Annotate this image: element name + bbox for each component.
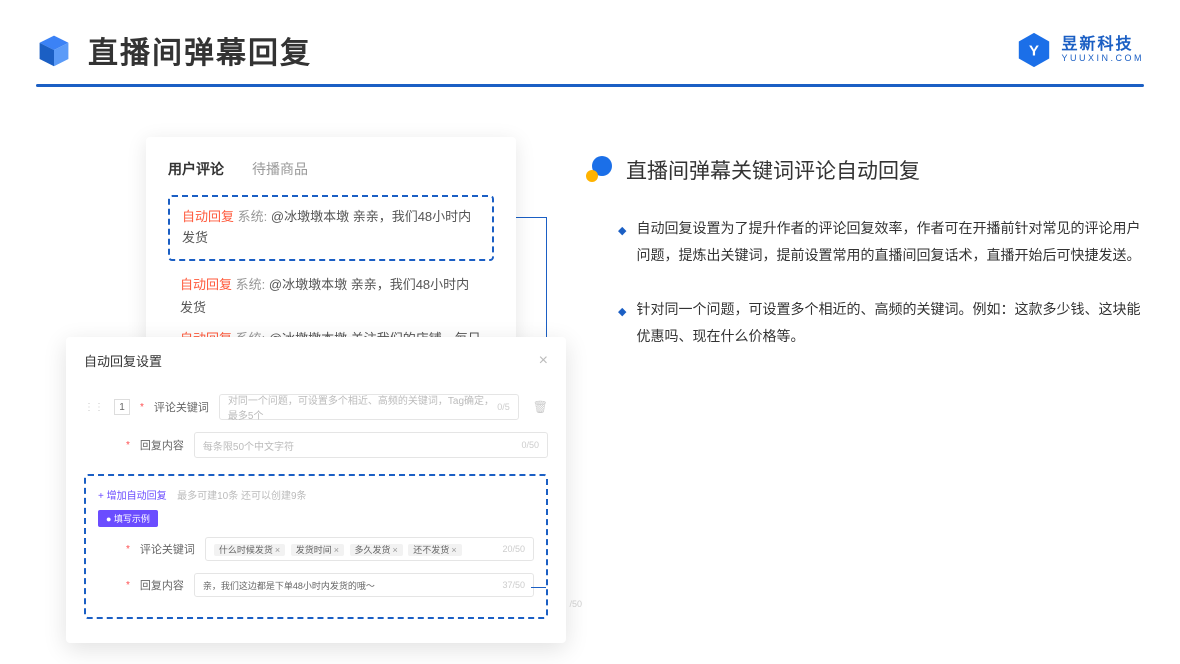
required-star: * bbox=[126, 440, 130, 451]
keyword-counter: 0/5 bbox=[497, 402, 510, 412]
settings-title-text: 自动回复设置 bbox=[84, 351, 162, 370]
reply-placeholder: 每条限50个中文字符 bbox=[203, 438, 294, 453]
ex-reply-label: 回复内容 bbox=[140, 577, 184, 593]
ex-reply-value: 亲，我们这边都是下单48小时内发货的哦～ bbox=[203, 579, 375, 592]
tab-user-comments[interactable]: 用户评论 bbox=[168, 159, 224, 179]
diamond-icon: ◆ bbox=[618, 221, 626, 268]
example-badge: ● 填写示例 bbox=[98, 510, 158, 527]
tab-pending-products[interactable]: 待播商品 bbox=[252, 159, 308, 179]
required-star: * bbox=[126, 544, 130, 555]
right-column: 直播间弹幕关键词评论自动回复 ◆ 自动回复设置为了提升作者的评论回复效率，作者可… bbox=[586, 137, 1144, 377]
comment-row: 自动回复 系统: @冰墩墩本墩 亲亲，我们48小时内发货 bbox=[168, 271, 494, 322]
keyword-row: ⋮⋮ 1 * 评论关键词 对同一个问题，可设置多个相近、高频的关键词，Tag确定… bbox=[84, 388, 548, 426]
feature-header: 直播间弹幕关键词评论自动回复 bbox=[586, 155, 1144, 185]
reply-input[interactable]: 每条限50个中文字符 0/50 bbox=[194, 432, 548, 458]
main-content: 用户评论 待播商品 自动回复 系统: @冰墩墩本墩 亲亲，我们48小时内发货 自… bbox=[0, 87, 1180, 397]
row-number: 1 bbox=[114, 399, 130, 415]
system-label: 系统: bbox=[236, 277, 266, 292]
tag-chip[interactable]: 发货时间 bbox=[291, 544, 344, 556]
keyword-input[interactable]: 对同一个问题，可设置多个相近、高频的关键词，Tag确定，最多5个 0/5 bbox=[219, 394, 519, 420]
brand-logo: Y 昱新科技 YUUXIN.COM bbox=[1015, 31, 1144, 69]
close-icon[interactable]: × bbox=[539, 352, 548, 370]
diamond-icon: ◆ bbox=[618, 302, 626, 349]
brand-name-cn: 昱新科技 bbox=[1061, 36, 1144, 54]
drag-handle-icon[interactable]: ⋮⋮ bbox=[84, 402, 104, 413]
add-hint: 最多可建10条 还可以创建9条 bbox=[177, 491, 306, 502]
bullet-item: ◆ 针对同一个问题，可设置多个相近的、高频的关键词。例如：这款多少钱、这块能优惠… bbox=[586, 296, 1144, 349]
bullet-item: ◆ 自动回复设置为了提升作者的评论回复效率，作者可在开播前针对常见的评论用户问题… bbox=[586, 215, 1144, 268]
auto-reply-settings-card: 自动回复设置 × ⋮⋮ 1 * 评论关键词 对同一个问题，可设置多个相近、高频的… bbox=[66, 337, 566, 643]
bullet-text: 针对同一个问题，可设置多个相近的、高频的关键词。例如：这款多少钱、这块能优惠吗、… bbox=[636, 296, 1144, 349]
reply-counter: 0/50 bbox=[521, 440, 539, 450]
feature-icon bbox=[586, 156, 614, 184]
brand-text: 昱新科技 YUUXIN.COM bbox=[1061, 36, 1144, 63]
tag-chip[interactable]: 什么时候发货 bbox=[214, 544, 285, 556]
ex-keyword-input[interactable]: 什么时候发货 发货时间 多久发货 还不发货 20/50 bbox=[205, 537, 534, 561]
keyword-label: 评论关键词 bbox=[154, 399, 209, 415]
auto-reply-tag: 自动回复 bbox=[182, 209, 234, 224]
brand-name-en: YUUXIN.COM bbox=[1061, 54, 1144, 64]
example-reply-row: * 回复内容 亲，我们这边都是下单48小时内发货的哦～ 37/50 bbox=[98, 567, 534, 603]
required-star: * bbox=[126, 580, 130, 591]
feature-title: 直播间弹幕关键词评论自动回复 bbox=[626, 155, 920, 185]
connector-line bbox=[514, 217, 546, 218]
reply-label: 回复内容 bbox=[140, 437, 184, 453]
brand-icon: Y bbox=[1015, 31, 1053, 69]
highlighted-comment: 自动回复 系统: @冰墩墩本墩 亲亲，我们48小时内发货 bbox=[168, 195, 494, 261]
keyword-placeholder: 对同一个问题，可设置多个相近、高频的关键词，Tag确定，最多5个 bbox=[228, 392, 497, 422]
tag-chip[interactable]: 还不发货 bbox=[408, 544, 461, 556]
cube-icon bbox=[36, 32, 72, 68]
system-label: 系统: bbox=[238, 209, 268, 224]
settings-header: 自动回复设置 × bbox=[84, 351, 548, 370]
left-column: 用户评论 待播商品 自动回复 系统: @冰墩墩本墩 亲亲，我们48小时内发货 自… bbox=[36, 137, 546, 377]
bullet-text: 自动回复设置为了提升作者的评论回复效率，作者可在开播前针对常见的评论用户问题，提… bbox=[636, 215, 1144, 268]
page-header: 直播间弹幕回复 Y 昱新科技 YUUXIN.COM bbox=[0, 0, 1180, 72]
add-auto-reply-link[interactable]: + 增加自动回复 bbox=[98, 491, 167, 502]
example-section: + 增加自动回复 最多可建10条 还可以创建9条 ● 填写示例 * 评论关键词 … bbox=[84, 474, 548, 619]
required-star: * bbox=[140, 402, 144, 413]
page-title: 直播间弹幕回复 bbox=[88, 28, 312, 72]
tabs: 用户评论 待播商品 bbox=[168, 159, 494, 179]
svg-text:Y: Y bbox=[1029, 43, 1039, 60]
delete-icon[interactable]: 🗑 bbox=[533, 400, 548, 414]
add-row: + 增加自动回复 最多可建10条 还可以创建9条 bbox=[98, 486, 534, 504]
ex-tags-container: 什么时候发货 发货时间 多久发货 还不发货 bbox=[214, 543, 465, 556]
connector-line-2 bbox=[531, 587, 546, 588]
ex-keyword-label: 评论关键词 bbox=[140, 541, 195, 557]
tag-chip[interactable]: 多久发货 bbox=[350, 544, 403, 556]
reply-row: * 回复内容 每条限50个中文字符 0/50 bbox=[84, 426, 548, 464]
auto-reply-tag: 自动回复 bbox=[180, 277, 232, 292]
ex-reply-counter: 37/50 bbox=[502, 580, 525, 590]
ex-reply-input[interactable]: 亲，我们这边都是下单48小时内发货的哦～ 37/50 bbox=[194, 573, 534, 597]
example-keyword-row: * 评论关键词 什么时候发货 发货时间 多久发货 还不发货 20/50 bbox=[98, 531, 534, 567]
header-left: 直播间弹幕回复 bbox=[36, 28, 312, 72]
outside-counter: /50 bbox=[569, 599, 582, 609]
ex-keyword-counter: 20/50 bbox=[502, 544, 525, 554]
